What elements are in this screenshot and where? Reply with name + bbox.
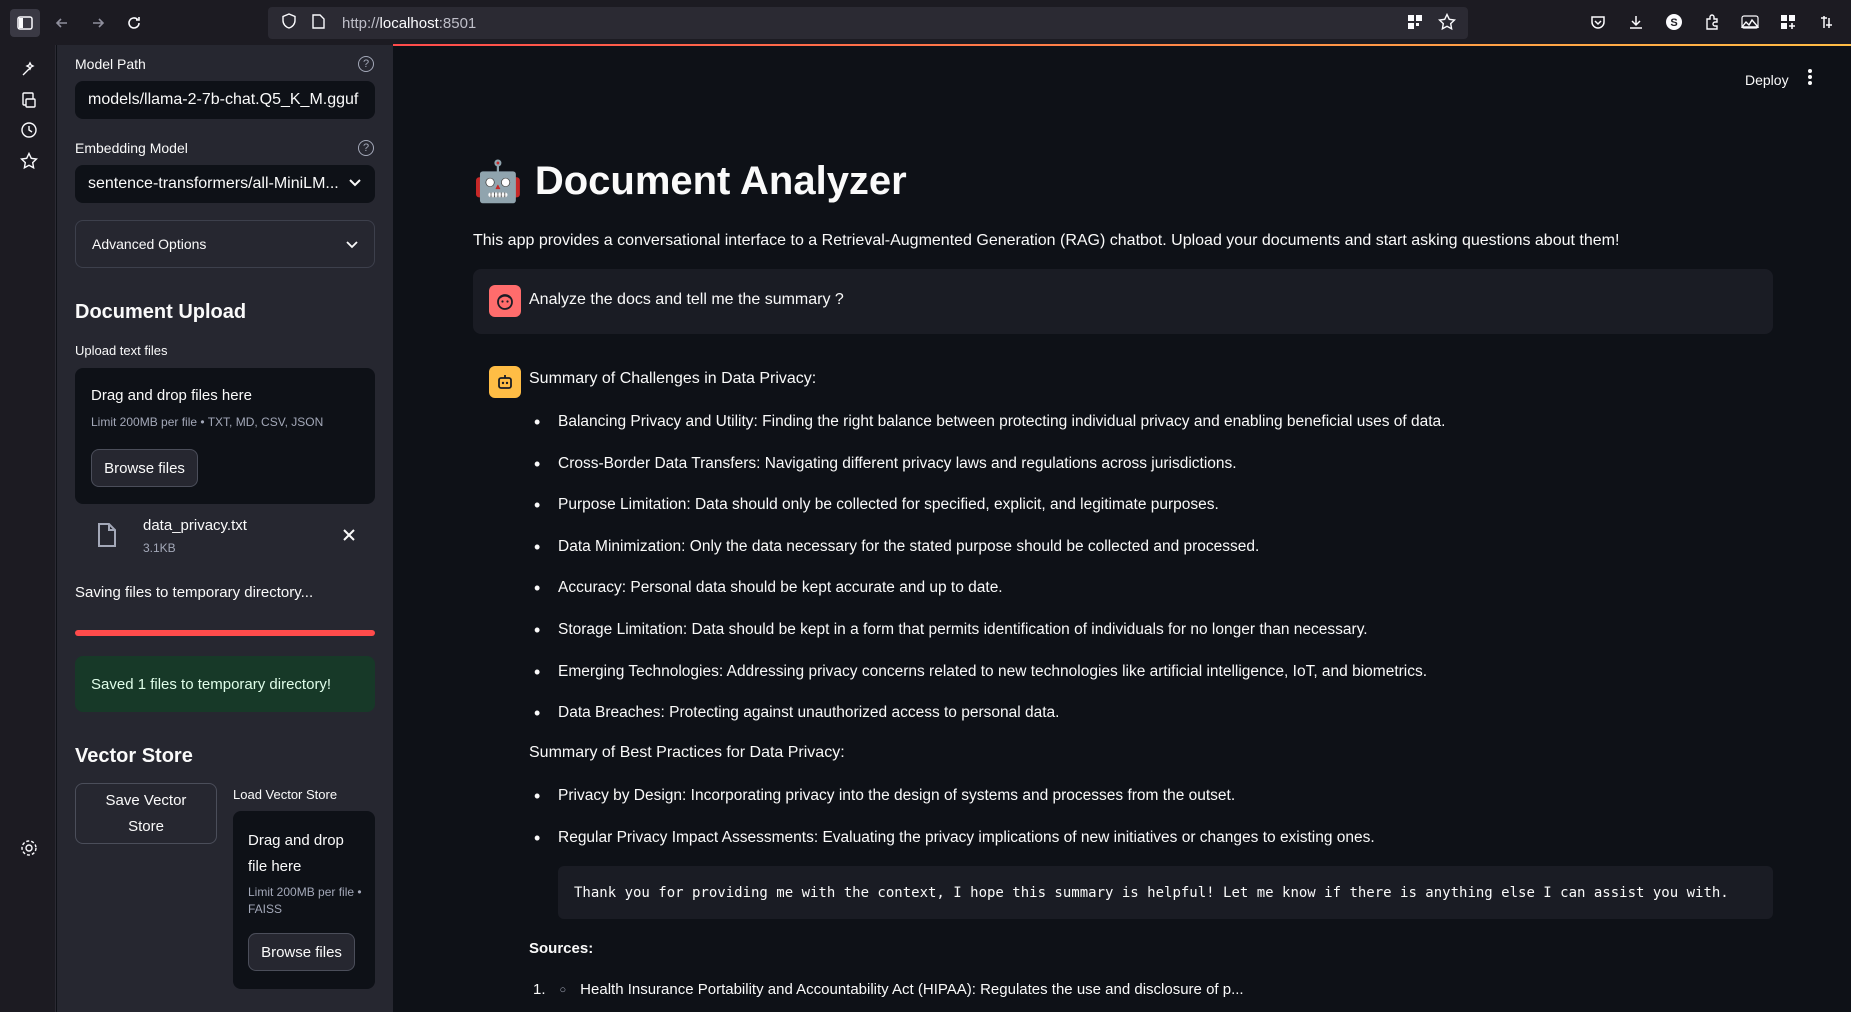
saving-status-text: Saving files to temporary directory... xyxy=(75,584,314,601)
list-item: Privacy by Design: Incorporating privacy… xyxy=(530,786,1780,828)
firefox-view-icon[interactable] xyxy=(1737,9,1763,35)
challenges-heading: Summary of Challenges in Data Privacy: xyxy=(529,370,817,387)
advanced-options-label: Advanced Options xyxy=(92,236,207,252)
main-content: Deploy 🤖 Document Analyzer This app prov… xyxy=(393,46,1851,1012)
source-number: 1. xyxy=(533,981,546,998)
circle-bullet-icon: ○ xyxy=(559,984,567,996)
back-icon[interactable] xyxy=(48,9,76,37)
list-item: Data Breaches: Protecting against unauth… xyxy=(530,703,1780,745)
download-icon[interactable] xyxy=(1623,9,1649,35)
upload-files-label: Upload text files xyxy=(75,343,168,358)
file-dropzone[interactable]: Drag and drop files here Limit 200MB per… xyxy=(75,368,375,504)
practices-list: Privacy by Design: Incorporating privacy… xyxy=(530,786,1780,869)
intro-text: This app provides a conversational inter… xyxy=(473,232,1620,249)
settings-gear-icon[interactable] xyxy=(19,838,39,858)
upload-progress-bar xyxy=(75,630,375,636)
vector-store-heading: Vector Store xyxy=(75,745,193,767)
help-icon[interactable]: ? xyxy=(358,140,374,156)
robot-icon: 🤖 xyxy=(473,160,523,204)
model-path-input[interactable]: models/llama-2-7b-chat.Q5_K_M.gguf xyxy=(75,81,375,119)
url-text: http://localhost:8501 xyxy=(342,14,477,32)
embedding-model-label: Embedding Model xyxy=(75,140,188,156)
model-path-label: Model Path xyxy=(75,56,146,72)
chevron-down-icon xyxy=(346,236,358,252)
user-chat-message: Analyze the docs and tell me the summary… xyxy=(473,269,1773,334)
dropzone-title: Drag and drop files here xyxy=(91,387,252,404)
remove-file-close-icon[interactable] xyxy=(342,528,356,547)
list-item: Storage Limitation: Data should be kept … xyxy=(530,620,1780,662)
bookmarks-icon[interactable] xyxy=(19,151,39,171)
account-icon[interactable]: S xyxy=(1661,9,1687,35)
app-sidebar: Model Path ? models/llama-2-7b-chat.Q5_K… xyxy=(57,45,393,1012)
bot-avatar-icon xyxy=(489,366,521,398)
list-item: Balancing Privacy and Utility: Finding t… xyxy=(530,412,1780,454)
vs-dropzone-title: Drag and drop file here xyxy=(248,832,344,875)
file-icon xyxy=(97,522,117,553)
sidebar-toggle-icon[interactable] xyxy=(10,9,40,37)
vector-store-dropzone[interactable]: Drag and drop file here Limit 200MB per … xyxy=(233,811,375,989)
vs-browse-files-button[interactable]: Browse files xyxy=(248,933,355,971)
file-size: 3.1KB xyxy=(143,541,176,555)
history-icon[interactable] xyxy=(19,120,39,140)
challenges-list: Balancing Privacy and Utility: Finding t… xyxy=(530,412,1780,745)
page-title-text: Document Analyzer xyxy=(534,159,907,203)
practices-heading: Summary of Best Practices for Data Priva… xyxy=(529,744,845,761)
chevron-down-icon xyxy=(348,175,362,193)
advanced-options-expander[interactable]: Advanced Options xyxy=(75,220,375,268)
bookmark-star-icon[interactable] xyxy=(1437,12,1457,35)
list-item: Purpose Limitation: Data should only be … xyxy=(530,495,1780,537)
document-upload-heading: Document Upload xyxy=(75,301,247,323)
kebab-menu-icon[interactable] xyxy=(1807,68,1813,91)
synced-tabs-icon[interactable] xyxy=(19,90,39,110)
embedding-model-value: sentence-transformers/all-MiniLM... xyxy=(88,175,339,192)
sources-label: Sources: xyxy=(529,940,594,957)
list-item: Accuracy: Personal data should be kept a… xyxy=(530,578,1780,620)
customize-icon[interactable] xyxy=(1813,9,1839,35)
svg-text:S: S xyxy=(1670,17,1677,29)
list-item: Emerging Technologies: Addressing privac… xyxy=(530,662,1780,704)
save-vector-store-button[interactable]: Save Vector Store xyxy=(75,783,217,844)
dropzone-limit: Limit 200MB per file • TXT, MD, CSV, JSO… xyxy=(91,415,324,429)
deploy-button[interactable]: Deploy xyxy=(1745,72,1789,88)
url-bar[interactable]: http://localhost:8501 xyxy=(268,7,1468,39)
load-vector-store-label: Load Vector Store xyxy=(233,787,338,802)
user-message-text: Analyze the docs and tell me the summary… xyxy=(529,291,844,308)
code-block: Thank you for providing me with the cont… xyxy=(558,866,1773,919)
list-item: Cross-Border Data Transfers: Navigating … xyxy=(530,454,1780,496)
browse-files-button[interactable]: Browse files xyxy=(91,449,198,487)
reader-icon[interactable] xyxy=(1406,13,1424,35)
pocket-icon[interactable] xyxy=(1585,9,1611,35)
forward-icon[interactable] xyxy=(84,9,112,37)
browser-toolbar: http://localhost:8501 S xyxy=(0,0,1851,45)
list-item: Data Minimization: Only the data necessa… xyxy=(530,537,1780,579)
help-icon[interactable]: ? xyxy=(358,56,374,72)
extensions-icon[interactable] xyxy=(1699,9,1725,35)
reload-icon[interactable] xyxy=(120,9,148,37)
success-alert: Saved 1 files to temporary directory! xyxy=(75,656,375,712)
list-item: Regular Privacy Impact Assessments: Eval… xyxy=(530,828,1780,870)
page-info-icon xyxy=(312,13,328,33)
source-text: Health Insurance Portability and Account… xyxy=(580,981,1244,998)
shield-icon xyxy=(282,13,300,33)
vs-dropzone-limit: Limit 200MB per file • FAISS xyxy=(248,885,362,916)
browser-sidebar xyxy=(0,45,56,1012)
user-avatar-icon xyxy=(489,285,521,317)
page-title: 🤖 Document Analyzer xyxy=(473,158,907,205)
source-item: 1. ○ Health Insurance Portability and Ac… xyxy=(533,981,1244,998)
embedding-model-select[interactable]: sentence-transformers/all-MiniLM... xyxy=(75,165,375,203)
apps-grid-icon[interactable] xyxy=(1775,9,1801,35)
file-name: data_privacy.txt xyxy=(143,517,247,534)
ai-chat-icon[interactable] xyxy=(19,59,39,79)
